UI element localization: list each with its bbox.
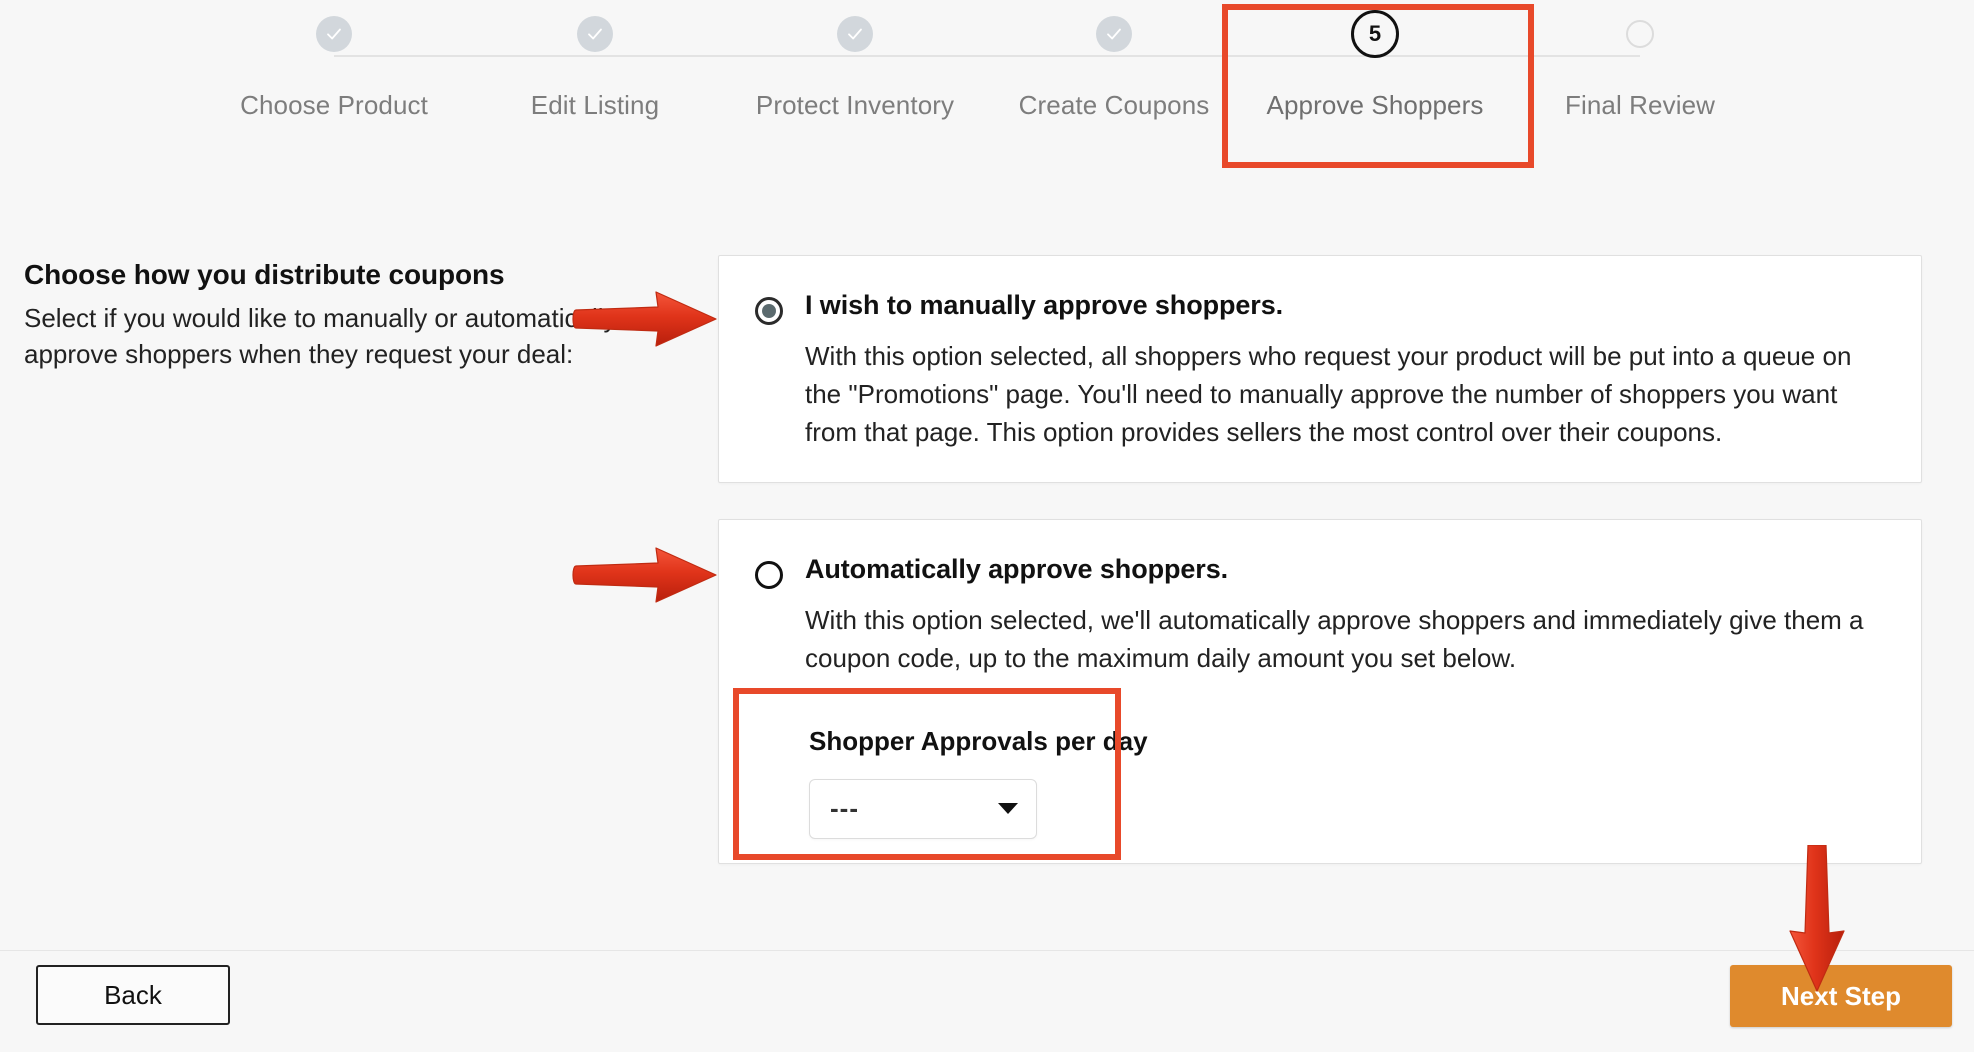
- option-card-auto-approve[interactable]: Automatically approve shoppers. With thi…: [718, 518, 1922, 864]
- back-button[interactable]: Back: [36, 965, 230, 1025]
- step-final-review[interactable]: Final Review: [1525, 0, 1755, 121]
- step-label-create-coupons: Create Coupons: [1018, 90, 1210, 120]
- step-indicator-final-review: [1525, 0, 1755, 68]
- step-indicator-choose-product: [219, 0, 449, 68]
- option-body-manual: I wish to manually approve shoppers. Wit…: [805, 290, 1885, 452]
- radio-manual-approve[interactable]: [755, 297, 783, 325]
- step-label-approve-shoppers: Approve Shoppers: [1266, 90, 1484, 120]
- shopper-approvals-select[interactable]: ---: [809, 778, 1037, 839]
- step-choose-product[interactable]: Choose Product: [219, 0, 449, 121]
- option-title-manual: I wish to manually approve shoppers.: [805, 290, 1284, 320]
- check-icon: [848, 28, 862, 40]
- check-icon: [588, 28, 602, 40]
- check-icon: [327, 28, 341, 40]
- shopper-approvals-value: ---: [830, 793, 859, 824]
- step-circle-done: [577, 16, 613, 52]
- chevron-down-icon: [998, 803, 1018, 815]
- wizard-footer: Back Next Step: [0, 950, 1974, 1052]
- option-description-manual: With this option selected, all shoppers …: [805, 341, 1852, 447]
- page-title: Choose how you distribute coupons: [24, 259, 505, 290]
- step-label-protect-inventory: Protect Inventory: [755, 90, 955, 120]
- instructions-panel: Choose how you distribute coupons Select…: [24, 259, 664, 373]
- step-circle-upcoming: [1626, 20, 1654, 48]
- step-label-edit-listing: Edit Listing: [530, 90, 660, 120]
- option-body-auto: Automatically approve shoppers. With thi…: [805, 554, 1885, 839]
- step-indicator-edit-listing: [480, 0, 710, 68]
- step-edit-listing[interactable]: Edit Listing: [480, 0, 710, 121]
- step-protect-inventory[interactable]: Protect Inventory: [740, 0, 970, 121]
- shopper-approvals-label: Shopper Approvals per day: [809, 725, 1148, 756]
- option-title-auto: Automatically approve shoppers.: [805, 553, 1229, 584]
- step-label-final-review: Final Review: [1564, 90, 1716, 120]
- step-approve-shoppers[interactable]: 5 Approve Shoppers: [1260, 0, 1490, 121]
- options-list: I wish to manually approve shoppers. Wit…: [718, 255, 1922, 864]
- page-description: Select if you would like to manually or …: [24, 303, 617, 369]
- step-indicator-protect-inventory: [740, 0, 970, 68]
- step-indicator-approve-shoppers: 5: [1260, 0, 1490, 68]
- radio-auto-approve[interactable]: [755, 560, 783, 589]
- option-card-manual-approve[interactable]: I wish to manually approve shoppers. Wit…: [718, 255, 1922, 483]
- step-circle-done: [837, 16, 873, 52]
- next-step-button[interactable]: Next Step: [1730, 965, 1952, 1027]
- step-circle-done: [1096, 16, 1132, 52]
- step-label-choose-product: Choose Product: [240, 90, 428, 120]
- step-circle-done: [316, 16, 352, 52]
- check-icon: [1107, 28, 1121, 40]
- step-create-coupons[interactable]: Create Coupons: [999, 0, 1229, 121]
- step-indicator-create-coupons: [999, 0, 1229, 68]
- shopper-approvals-field-group: Shopper Approvals per day ---: [805, 726, 1885, 839]
- option-description-auto: With this option selected, we'll automat…: [805, 604, 1864, 673]
- progress-stepper: Choose Product Edit Listing Protect Inve…: [0, 0, 1974, 165]
- step-circle-current: 5: [1351, 10, 1399, 58]
- main-content: Choose how you distribute coupons Select…: [0, 165, 1974, 950]
